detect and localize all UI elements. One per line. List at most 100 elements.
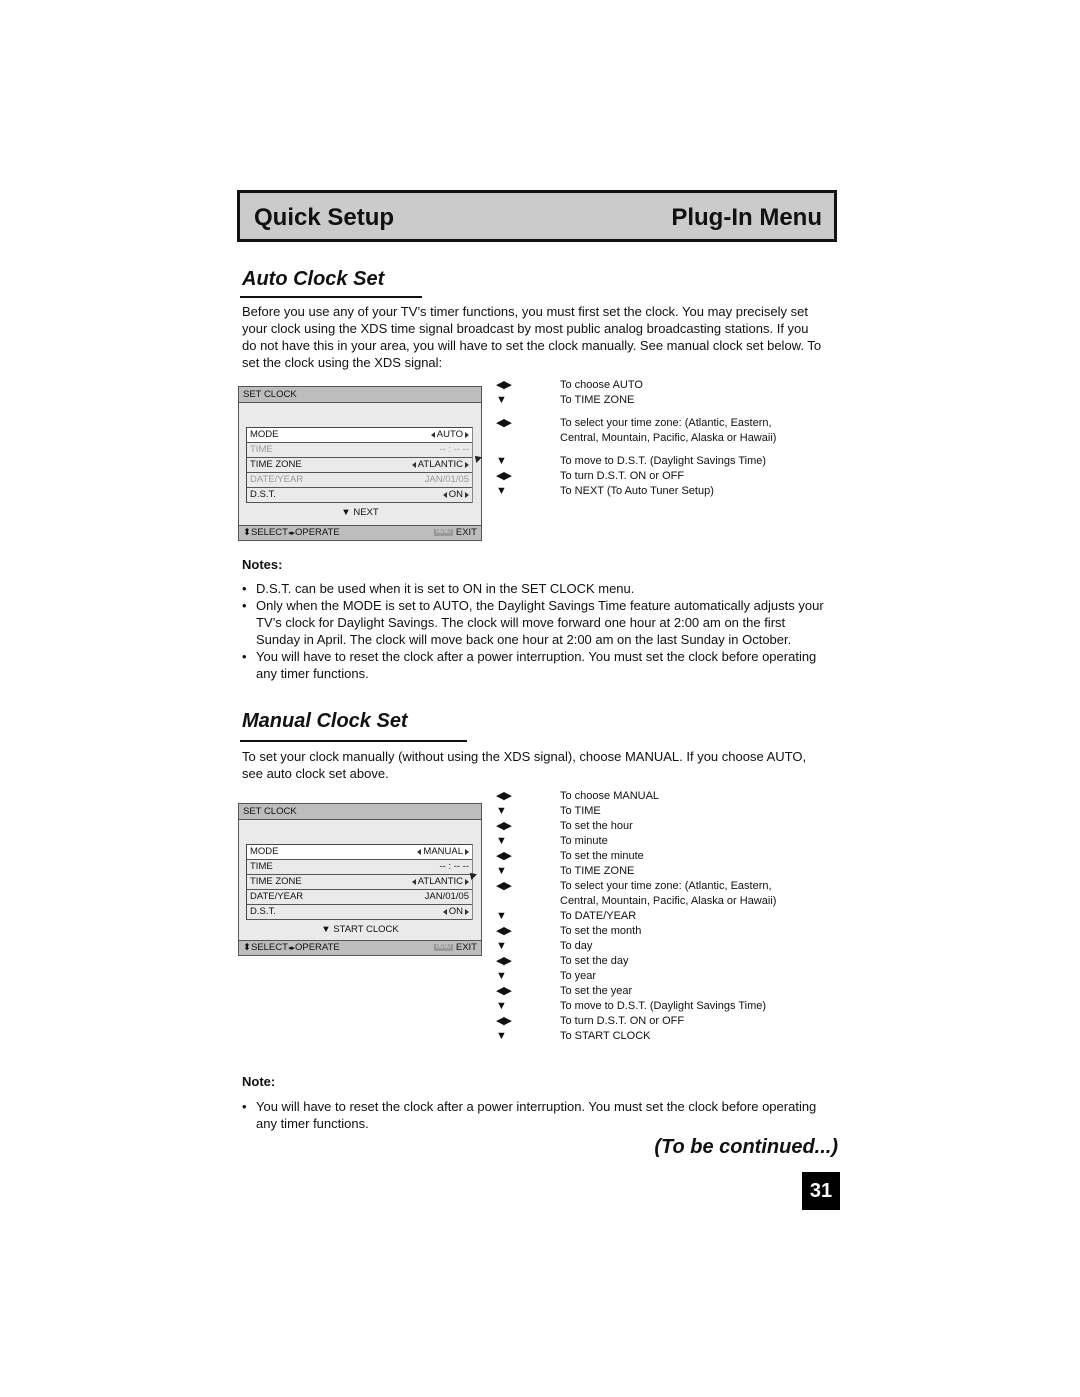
left-right-arrows-icon: ◀▶ <box>496 985 512 997</box>
left-right-arrows-icon: ◀▶ <box>496 880 512 892</box>
menu-row-time[interactable]: TIME -- : -- -- <box>247 443 472 458</box>
menu-row-label: MODE <box>250 429 279 440</box>
menu-row-date-year[interactable]: DATE/YEAR JAN/01/05 <box>247 473 472 488</box>
menu-row-mode[interactable]: MODE MANUAL <box>247 845 472 860</box>
menu-row-value-group: ON <box>442 905 469 919</box>
menu-key-icon: MENU <box>434 943 453 951</box>
menu-row-value-group: JAN/01/05 <box>425 473 469 487</box>
down-arrow-icon: ▼ <box>496 835 507 847</box>
instruction-line: ▼ To year <box>496 969 805 984</box>
instruction-text: To minute <box>560 835 608 847</box>
menu-row-value: ATLANTIC <box>417 459 463 470</box>
instruction-line: ▼ To TIME <box>496 804 805 819</box>
left-arrow-icon[interactable] <box>442 492 447 498</box>
manual-intro-text: To set your clock manually (without usin… <box>242 749 807 781</box>
set-clock-menu-auto: SET CLOCK MODE AUTO TIME -- : -- -- TIME ZON… <box>238 386 482 541</box>
down-arrow-icon: ▼ <box>496 455 507 467</box>
right-arrow-icon[interactable] <box>465 492 469 498</box>
menu-row-label: D.S.T. <box>250 906 276 917</box>
menu-row-value-group: JAN/01/05 <box>425 890 469 904</box>
menu-row-value: ON <box>448 906 463 917</box>
instruction-text: To TIME ZONE <box>560 865 635 877</box>
auto-clock-set-title: Auto Clock Set <box>242 268 385 290</box>
instruction-line: ◀▶ To select your time zone: (Atlantic, E… <box>496 416 805 446</box>
page-number: 31 <box>802 1172 840 1210</box>
note-item: • You will have to reset the clock after … <box>242 648 827 682</box>
menu-row-d-s-t[interactable]: D.S.T. ON <box>247 488 472 503</box>
down-arrow-icon: ▼ <box>496 865 507 877</box>
footer-operate: OPERATE <box>294 942 340 953</box>
note-label: Note: <box>242 1074 276 1089</box>
instruction-line: ▼ To minute <box>496 834 805 849</box>
right-arrow-icon[interactable] <box>465 849 469 855</box>
down-arrow-icon: ▼ <box>496 1000 507 1012</box>
left-right-arrows-icon: ◀▶ <box>496 790 512 802</box>
menu-row-date-year[interactable]: DATE/YEAR JAN/01/05 <box>247 890 472 905</box>
bullet-icon: • <box>242 1099 247 1114</box>
left-arrow-icon[interactable] <box>442 909 447 915</box>
instruction-line: ◀▶ To choose MANUAL <box>496 789 805 804</box>
instruction-line: ◀▶ To set the month <box>496 924 805 939</box>
instruction-line: ◀▶ To choose AUTO <box>496 378 805 393</box>
note-text: You will have to reset the clock after a… <box>256 649 817 681</box>
title-underline <box>240 740 467 742</box>
menu-row-time-zone[interactable]: TIME ZONE ATLANTIC <box>247 458 472 473</box>
instruction-line: ▼ To day <box>496 939 805 954</box>
instruction-text: To set the year <box>560 985 633 997</box>
instruction-text: To set the hour <box>560 820 633 832</box>
menu-key-icon: MENU <box>434 528 453 536</box>
up-down-icon: ⬍ <box>243 942 251 953</box>
left-arrow-icon[interactable] <box>430 432 435 438</box>
instruction-text: To select your time zone: (Atlantic, Eas… <box>560 417 777 444</box>
right-arrow-icon[interactable] <box>465 462 469 468</box>
instruction-text: To year <box>560 970 597 982</box>
menu-row-value-group: ATLANTIC <box>411 458 469 472</box>
menu-row-value-group: -- : -- -- <box>439 443 469 457</box>
footer-exit: EXIT <box>455 942 477 953</box>
left-right-arrows-icon: ◀▶ <box>496 1015 512 1027</box>
right-arrow-icon[interactable] <box>465 879 469 885</box>
instruction-text: To move to D.S.T. (Daylight Savings Time… <box>560 455 767 467</box>
note-text: You will have to reset the clock after a… <box>256 1099 817 1131</box>
instruction-text: To choose AUTO <box>560 379 643 391</box>
menu-row-time-zone[interactable]: TIME ZONE ATLANTIC <box>247 875 472 890</box>
menu-row-time[interactable]: TIME -- : -- -- <box>247 860 472 875</box>
menu-row-mode[interactable]: MODE AUTO <box>247 428 472 443</box>
auto-notes-list: • D.S.T. can be used when it is set to ON… <box>242 580 827 682</box>
header-bar: Quick Setup Plug-In Menu <box>237 190 837 242</box>
menu-row-label: TIME ZONE <box>250 876 302 887</box>
menu-row-label: TIME <box>250 444 273 455</box>
footer-select: SELECT <box>250 527 288 538</box>
right-arrow-icon[interactable] <box>465 432 469 438</box>
instruction-line: ◀▶ To select your time zone: (Atlantic, E… <box>496 879 805 909</box>
instruction-text: To START CLOCK <box>560 1030 651 1042</box>
instruction-text: To choose MANUAL <box>560 790 660 802</box>
header-left-title: Quick Setup <box>254 204 395 231</box>
footer-exit: EXIT <box>455 527 477 538</box>
menu-next-item[interactable]: ▼ NEXT <box>239 507 481 518</box>
instruction-text: To TIME <box>560 805 601 817</box>
left-right-arrows-icon: ◀▶ <box>496 417 512 429</box>
bullet-icon: • <box>242 598 247 613</box>
right-arrow-icon[interactable] <box>465 909 469 915</box>
note-item: • Only when the MODE is set to AUTO, the … <box>242 597 827 648</box>
menu-rows: MODE AUTO TIME -- : -- -- TIME ZONE ATLANTIC D… <box>246 427 473 503</box>
menu-row-value: -- : -- -- <box>439 861 469 872</box>
down-arrow-icon: ▼ <box>496 910 507 922</box>
title-underline <box>240 296 422 298</box>
instruction-text: To turn D.S.T. ON or OFF <box>560 1015 685 1027</box>
menu-title: SET CLOCK <box>239 387 481 403</box>
instruction-text: To NEXT (To Auto Tuner Setup) <box>560 485 714 497</box>
menu-rows: MODE MANUAL TIME -- : -- -- TIME ZONE ATLANTI… <box>246 844 473 920</box>
left-arrow-icon[interactable] <box>417 849 422 855</box>
left-arrow-icon[interactable] <box>411 879 416 885</box>
menu-start-clock-item[interactable]: ▼ START CLOCK <box>239 924 481 935</box>
left-arrow-icon[interactable] <box>411 462 416 468</box>
menu-row-d-s-t[interactable]: D.S.T. ON <box>247 905 472 920</box>
instruction-line: ◀▶ To turn D.S.T. ON or OFF <box>496 469 805 484</box>
left-right-arrows-icon: ◀▶ <box>496 955 512 967</box>
note-item: • D.S.T. can be used when it is set to ON… <box>242 580 827 597</box>
menu-row-value: MANUAL <box>423 846 463 857</box>
